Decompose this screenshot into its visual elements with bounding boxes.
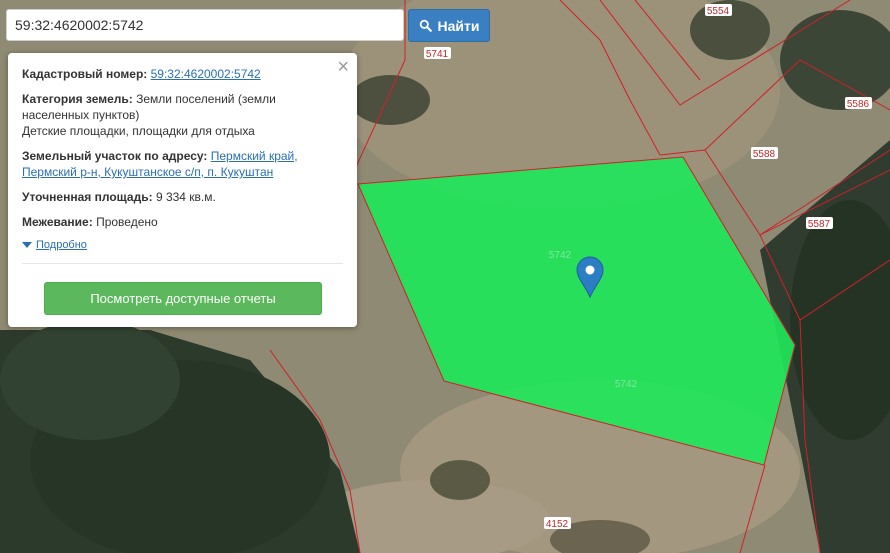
cadastral-label: Кадастровый номер: [22,67,148,81]
parcel-label-5587: 5587 [808,219,831,230]
more-details-toggle[interactable]: Подробно [22,239,343,251]
category-row: Категория земель: Земли поселений (земли… [22,91,343,139]
area-value: 9 334 кв.м. [155,190,216,204]
search-input[interactable] [6,9,404,41]
survey-value: Проведено [96,215,158,229]
area-row: Уточненная площадь: 9 334 кв.м. [22,189,343,205]
address-label: Земельный участок по адресу: [22,149,208,163]
parcel-info-popup: × Кадастровый номер: 59:32:4620002:5742 … [8,53,357,327]
parcel-label-5742-edge: 5742 [615,379,638,390]
parcel-label-5741: 5741 [426,49,449,60]
parcel-label-5742-center: 5742 [549,250,572,261]
parcel-label-5586: 5586 [847,99,870,110]
area-label: Уточненная площадь: [22,190,153,204]
address-row: Земельный участок по адресу: Пермский кр… [22,148,343,180]
parcel-label-5554: 5554 [707,6,730,17]
more-details-link[interactable]: Подробно [36,239,87,251]
caret-down-icon [22,242,32,248]
usage-value: Детские площадки, площадки для отдыха [22,124,255,138]
view-reports-button[interactable]: Посмотреть доступные отчеты [44,282,322,315]
search-button[interactable]: Найти [408,9,490,42]
search-icon [419,19,432,32]
close-icon[interactable]: × [337,57,349,77]
category-label: Категория земель: [22,92,133,106]
survey-row: Межевание: Проведено [22,214,343,230]
search-button-label: Найти [437,17,480,34]
parcel-label-4152: 4152 [546,519,569,530]
parcel-label-5588: 5588 [753,149,776,160]
cadastral-row: Кадастровый номер: 59:32:4620002:5742 [22,66,343,82]
cadastral-link[interactable]: 59:32:4620002:5742 [151,67,261,81]
survey-label: Межевание: [22,215,93,229]
divider [22,263,343,264]
